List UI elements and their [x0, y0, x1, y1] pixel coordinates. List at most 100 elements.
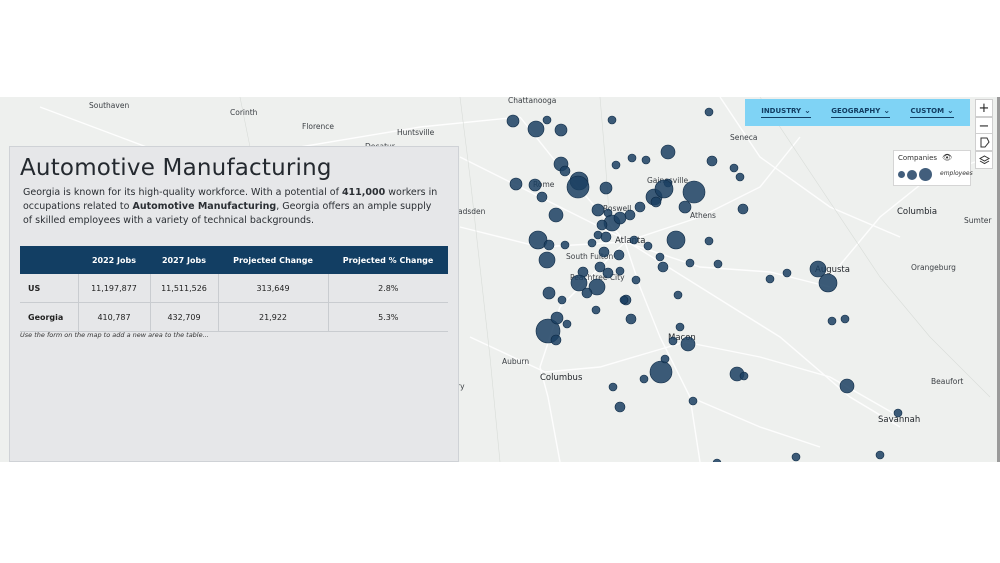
company-marker[interactable] [611, 160, 621, 170]
company-marker[interactable] [506, 114, 520, 128]
company-marker[interactable] [634, 201, 646, 213]
draw-shape-button[interactable] [975, 133, 993, 151]
svg-text:Sumter: Sumter [964, 216, 992, 225]
company-marker[interactable] [650, 196, 662, 208]
company-marker[interactable] [625, 313, 637, 325]
company-marker[interactable] [818, 273, 838, 293]
industry-label: INDUSTRY [761, 107, 802, 115]
svg-text:adsden: adsden [458, 207, 486, 216]
company-marker[interactable] [641, 155, 651, 165]
company-marker[interactable] [675, 322, 685, 332]
company-marker[interactable] [660, 144, 676, 160]
company-marker[interactable] [554, 123, 568, 137]
company-marker[interactable] [735, 172, 745, 182]
company-marker[interactable] [840, 314, 850, 324]
company-marker[interactable] [655, 252, 665, 262]
company-marker[interactable] [627, 153, 637, 163]
zoom-in-button[interactable]: + [975, 99, 993, 117]
geography-dropdown[interactable]: GEOGRAPHY ⌄ [831, 107, 891, 118]
company-marker[interactable] [527, 120, 545, 138]
company-marker[interactable] [639, 374, 649, 384]
company-marker[interactable] [528, 178, 542, 192]
company-marker[interactable] [678, 200, 692, 214]
chevron-down-icon: ⌄ [804, 106, 811, 115]
company-marker[interactable] [536, 191, 548, 203]
company-marker[interactable] [739, 371, 749, 381]
company-marker[interactable] [557, 295, 567, 305]
company-marker[interactable] [607, 115, 617, 125]
company-marker[interactable] [809, 260, 827, 278]
company-marker[interactable] [839, 378, 855, 394]
company-marker[interactable] [649, 360, 673, 384]
industry-dropdown[interactable]: INDUSTRY ⌄ [761, 107, 811, 118]
company-marker[interactable] [600, 231, 612, 243]
company-marker[interactable] [613, 249, 625, 261]
company-marker[interactable] [629, 235, 639, 245]
company-marker[interactable] [591, 203, 605, 217]
company-marker[interactable] [643, 241, 653, 251]
company-marker[interactable] [613, 211, 627, 225]
custom-dropdown[interactable]: CUSTOM ⌄ [910, 107, 954, 118]
company-marker[interactable] [538, 251, 556, 269]
legend-size-scale [898, 168, 932, 181]
company-marker[interactable] [550, 311, 564, 325]
company-marker[interactable] [729, 163, 739, 173]
svg-text:Auburn: Auburn [502, 357, 529, 366]
table-cell: 5.3% [328, 302, 448, 332]
info-panel: Automotive Manufacturing Georgia is know… [9, 146, 459, 462]
company-marker[interactable] [660, 354, 670, 364]
company-marker[interactable] [682, 180, 706, 204]
company-marker[interactable] [542, 286, 556, 300]
company-marker[interactable] [581, 287, 593, 299]
company-marker[interactable] [542, 115, 552, 125]
eye-icon[interactable]: 👁 [942, 153, 952, 162]
company-marker[interactable] [765, 274, 775, 284]
svg-text:Athens: Athens [690, 211, 716, 220]
company-marker[interactable] [631, 275, 641, 285]
company-marker[interactable] [619, 295, 629, 305]
company-marker[interactable] [704, 107, 714, 117]
company-marker[interactable] [666, 230, 686, 250]
table-cell: 313,649 [218, 274, 329, 303]
svg-text:Southaven: Southaven [89, 101, 129, 110]
company-marker[interactable] [559, 165, 571, 177]
table-header: 2022 Jobs [78, 246, 150, 274]
company-marker[interactable] [657, 261, 669, 273]
company-marker[interactable] [587, 238, 597, 248]
company-marker[interactable] [550, 334, 562, 346]
company-marker[interactable] [680, 336, 696, 352]
company-marker[interactable] [624, 209, 636, 221]
company-marker[interactable] [599, 181, 613, 195]
company-marker[interactable] [602, 267, 614, 279]
company-marker[interactable] [737, 203, 749, 215]
company-marker[interactable] [893, 408, 903, 418]
company-marker[interactable] [827, 316, 837, 326]
company-marker[interactable] [614, 401, 626, 413]
company-marker[interactable] [685, 258, 695, 268]
company-marker[interactable] [608, 382, 618, 392]
company-marker[interactable] [668, 336, 678, 346]
company-marker[interactable] [782, 268, 792, 278]
legend-title: Companies [898, 154, 938, 162]
company-marker[interactable] [509, 177, 523, 191]
company-marker[interactable] [562, 319, 572, 329]
company-marker[interactable] [560, 240, 570, 250]
company-marker[interactable] [654, 179, 674, 199]
company-marker[interactable] [615, 266, 625, 276]
company-marker[interactable] [596, 219, 608, 231]
company-marker[interactable] [875, 450, 885, 460]
svg-text:Columbia: Columbia [897, 207, 937, 217]
company-marker[interactable] [704, 236, 714, 246]
layers-button[interactable] [975, 151, 993, 169]
company-marker[interactable] [598, 246, 610, 258]
company-marker[interactable] [706, 155, 718, 167]
company-marker[interactable] [548, 207, 564, 223]
company-marker[interactable] [673, 290, 683, 300]
company-marker[interactable] [566, 175, 590, 199]
company-marker[interactable] [791, 452, 801, 462]
company-marker[interactable] [543, 239, 555, 251]
company-marker[interactable] [688, 396, 698, 406]
company-marker[interactable] [591, 305, 601, 315]
table-cell: 11,197,877 [78, 274, 151, 303]
company-marker[interactable] [713, 259, 723, 269]
